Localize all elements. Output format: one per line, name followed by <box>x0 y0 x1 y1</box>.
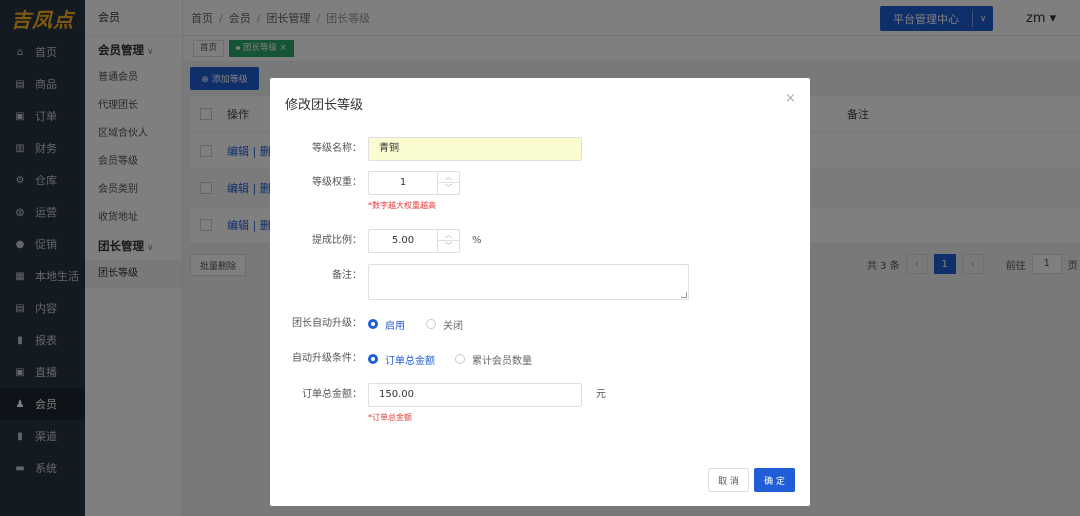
form-row-weight: 等级权重： 1 ︿ ﹀ <box>270 171 810 195</box>
auto-upgrade-enable-radio[interactable]: 启用 <box>368 312 405 336</box>
radio-unchecked-icon <box>455 354 465 364</box>
weight-label: 等级权重： <box>312 177 362 188</box>
chevron-down-icon[interactable]: ﹀ <box>438 183 459 194</box>
chevron-up-icon[interactable]: ︿ <box>438 172 459 183</box>
confirm-button[interactable]: 确 定 <box>754 468 795 492</box>
cancel-button[interactable]: 取 消 <box>708 468 749 492</box>
level-name-input[interactable]: 青铜 <box>368 137 582 161</box>
dialog-title: 修改团长等级 <box>285 98 364 113</box>
percent-suffix: % <box>472 235 482 246</box>
commission-value[interactable]: 5.00 <box>369 230 437 252</box>
form-row-upgrade-condition: 自动升级条件： 订单总金额 累计会员数量 <box>270 347 810 371</box>
radio-checked-icon <box>368 319 378 329</box>
edit-leader-level-dialog: 修改团长等级 × 等级名称： 青铜 等级权重： 1 ︿ ﹀ *数字越大权重越高 … <box>270 78 810 506</box>
order-total-hint: *订单总金额 <box>368 413 412 422</box>
chevron-up-icon[interactable]: ︿ <box>438 230 459 241</box>
order-total-label: 订单总金额： <box>302 389 362 400</box>
form-row-auto-upgrade: 团长自动升级： 启用 关闭 <box>270 312 810 336</box>
commission-stepper[interactable]: 5.00 ︿ ﹀ <box>368 229 460 253</box>
order-total-input[interactable]: 150.00 <box>368 383 582 407</box>
radio-checked-icon <box>368 354 378 364</box>
form-row-level-name: 等级名称： 青铜 <box>270 137 810 161</box>
auto-upgrade-label: 团长自动升级： <box>292 318 362 329</box>
radio-unchecked-icon <box>426 319 436 329</box>
yuan-suffix: 元 <box>596 389 606 400</box>
weight-stepper[interactable]: 1 ︿ ﹀ <box>368 171 460 195</box>
condition-member-count-radio[interactable]: 累计会员数量 <box>455 347 532 371</box>
level-name-label: 等级名称： <box>312 143 362 154</box>
note-textarea[interactable] <box>368 264 689 300</box>
weight-hint: *数字越大权重越高 <box>368 201 436 210</box>
commission-label: 提成比例： <box>312 235 362 246</box>
form-row-order-total: 订单总金额： 150.00 元 <box>270 383 810 407</box>
condition-order-total-radio[interactable]: 订单总金额 <box>368 347 435 371</box>
form-row-commission: 提成比例： 5.00 ︿ ﹀ % <box>270 229 810 253</box>
close-icon[interactable]: × <box>785 91 796 106</box>
auto-upgrade-disable-radio[interactable]: 关闭 <box>426 312 463 336</box>
resize-handle-icon[interactable] <box>681 292 687 298</box>
note-label: 备注： <box>332 270 362 281</box>
weight-value[interactable]: 1 <box>369 172 437 194</box>
chevron-down-icon[interactable]: ﹀ <box>438 241 459 252</box>
form-row-note: 备注： <box>270 264 810 300</box>
upgrade-condition-label: 自动升级条件： <box>292 353 362 364</box>
